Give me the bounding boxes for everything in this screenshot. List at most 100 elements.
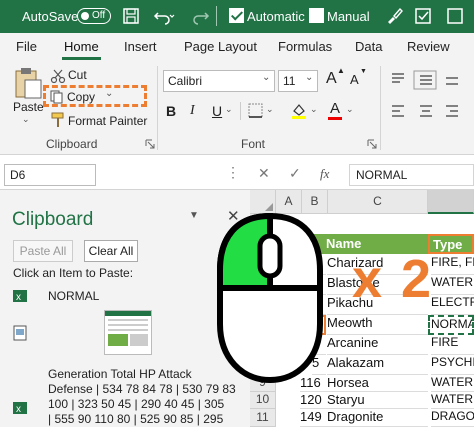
- copy-icon: [50, 90, 63, 104]
- clear-all-button[interactable]: Clear All: [84, 240, 138, 262]
- name-box-value: D6: [10, 168, 26, 182]
- cancel-icon[interactable]: ✕: [258, 165, 270, 182]
- row-type[interactable]: DRAGO: [431, 409, 474, 427]
- font-name-value: Calibri: [168, 74, 203, 88]
- autosave-toggle[interactable]: Off: [77, 8, 111, 24]
- redo-icon[interactable]: [190, 7, 210, 25]
- row-type[interactable]: FIRE, FL: [431, 255, 474, 275]
- row-name[interactable]: Arcanine: [327, 335, 428, 355]
- tab-review[interactable]: Review: [407, 39, 450, 54]
- row-id[interactable]: 149: [300, 409, 327, 427]
- group-separator: [380, 66, 381, 150]
- row-type[interactable]: WATER: [431, 392, 474, 409]
- manual-label: Manual: [327, 9, 370, 24]
- ribbon-home: Paste ⌄ Cut Copy ⌄ Format Painter Clipbo…: [0, 60, 474, 155]
- alignment-bottom-icons[interactable]: [388, 102, 468, 122]
- column-header-c[interactable]: C: [328, 190, 428, 214]
- fill-color-icon[interactable]: [290, 102, 308, 120]
- font-color-swatch: [328, 117, 342, 120]
- column-header-a[interactable]: A: [276, 190, 302, 214]
- row-type[interactable]: ELECTRI: [431, 295, 474, 315]
- row-type[interactable]: PSYCHI: [431, 355, 474, 375]
- picture-icon: [13, 325, 27, 341]
- row-number[interactable]: 10: [250, 392, 276, 409]
- table-header-type-cell[interactable]: Type: [428, 234, 474, 254]
- clipboard-item-text-line[interactable]: 100 | 323 50 45 | 290 40 45 | 305: [48, 397, 224, 411]
- select-all-corner[interactable]: [250, 190, 276, 214]
- autosave-state: Off: [92, 10, 106, 21]
- font-color-button[interactable]: A: [330, 100, 340, 117]
- paste-label[interactable]: Paste: [13, 100, 44, 114]
- scissors-icon: [50, 69, 66, 84]
- checkbox-icon[interactable]: [414, 7, 434, 25]
- ribbon-tabs: File Home Insert Page Layout Formulas Da…: [0, 33, 474, 60]
- save-icon[interactable]: [122, 7, 140, 25]
- italic-button[interactable]: I: [190, 103, 195, 119]
- tab-home[interactable]: Home: [62, 39, 101, 60]
- decrease-font-button[interactable]: A: [350, 72, 359, 87]
- clipboard-item-text-line[interactable]: | 555 90 110 80 | 525 90 85 | 295: [48, 412, 223, 426]
- clipboard-item-text-line[interactable]: Defense | 534 78 84 78 | 530 79 83: [48, 382, 236, 396]
- cut-button[interactable]: Cut: [68, 68, 87, 82]
- font-size-select[interactable]: 11 ⌄: [278, 70, 318, 92]
- clipboard-item-thumbnail[interactable]: [104, 310, 152, 355]
- column-header-d[interactable]: [428, 190, 474, 214]
- row-type[interactable]: WATER: [431, 375, 474, 392]
- name-box[interactable]: D6: [4, 164, 96, 186]
- checkbox-outline-icon[interactable]: [446, 7, 466, 25]
- row-name[interactable]: Dragonite: [327, 409, 428, 427]
- automatic-checkbox[interactable]: [229, 8, 244, 23]
- brush-icon[interactable]: [384, 6, 404, 26]
- font-color-dropdown-icon[interactable]: ⌄: [346, 104, 354, 115]
- row-name[interactable]: Alakazam: [327, 355, 428, 375]
- dialog-launcher-icon[interactable]: [367, 139, 377, 149]
- format-painter-icon: [51, 112, 64, 127]
- row-type[interactable]: FIRE: [431, 335, 474, 355]
- tab-data[interactable]: Data: [355, 39, 382, 54]
- function-icon[interactable]: fx: [320, 166, 329, 182]
- underline-button[interactable]: U: [212, 103, 222, 119]
- row-name[interactable]: Horsea: [327, 375, 428, 392]
- copy-dropdown-icon[interactable]: ⌄: [105, 88, 113, 99]
- increase-font-button[interactable]: A: [326, 70, 337, 88]
- format-painter-button[interactable]: Format Painter: [68, 114, 147, 128]
- font-name-select[interactable]: Calibri ⌄: [163, 70, 275, 92]
- undo-icon[interactable]: [153, 7, 175, 25]
- row-name[interactable]: Meowth: [327, 315, 428, 335]
- copy-button-highlight[interactable]: Copy ⌄: [43, 85, 147, 107]
- title-bar: AutoSave Off Automatic Manual: [0, 0, 474, 33]
- tab-insert[interactable]: Insert: [124, 39, 157, 54]
- borders-icon[interactable]: [248, 103, 264, 119]
- column-header-b[interactable]: B: [302, 190, 328, 214]
- paste-all-label: Paste All: [19, 244, 67, 258]
- manual-checkbox[interactable]: [309, 8, 324, 23]
- paste-all-button[interactable]: Paste All: [13, 240, 73, 262]
- underline-dropdown-icon[interactable]: ⌄: [225, 104, 233, 115]
- tab-page-layout[interactable]: Page Layout: [184, 39, 257, 54]
- row-name[interactable]: Staryu: [327, 392, 428, 409]
- enter-icon[interactable]: ✓: [289, 165, 301, 182]
- alignment-top-icons[interactable]: [388, 70, 468, 90]
- dialog-launcher-icon[interactable]: [145, 139, 155, 149]
- autosave-label: AutoSave: [22, 9, 79, 24]
- tab-formulas[interactable]: Formulas: [278, 39, 332, 54]
- chevron-down-icon: ⌄: [305, 72, 314, 83]
- row-number[interactable]: 11: [250, 409, 276, 427]
- formula-input[interactable]: NORMAL: [349, 164, 474, 186]
- clipboard-item-normal[interactable]: NORMAL: [48, 289, 99, 303]
- more-icon[interactable]: ⋮: [226, 164, 240, 181]
- svg-text:x: x: [16, 404, 21, 415]
- clipboard-item-text-line[interactable]: Generation Total HP Attack: [48, 367, 192, 381]
- formula-value: NORMAL: [356, 168, 408, 182]
- row-type[interactable]: WATER: [431, 275, 474, 295]
- row-id[interactable]: 120: [300, 392, 327, 409]
- fill-dropdown-icon[interactable]: ⌄: [310, 104, 318, 115]
- paste-dropdown-icon[interactable]: ⌄: [22, 114, 30, 125]
- borders-dropdown-icon[interactable]: ⌄: [266, 104, 274, 115]
- clipboard-pane: Clipboard ▼ ✕ Paste All Clear All Click …: [0, 190, 250, 427]
- active-cell-d6[interactable]: NORMA: [428, 315, 474, 335]
- pane-options-icon[interactable]: ▼: [189, 210, 199, 221]
- paste-icon[interactable]: [13, 66, 43, 100]
- bold-button[interactable]: B: [166, 103, 176, 119]
- tab-file[interactable]: File: [16, 39, 37, 54]
